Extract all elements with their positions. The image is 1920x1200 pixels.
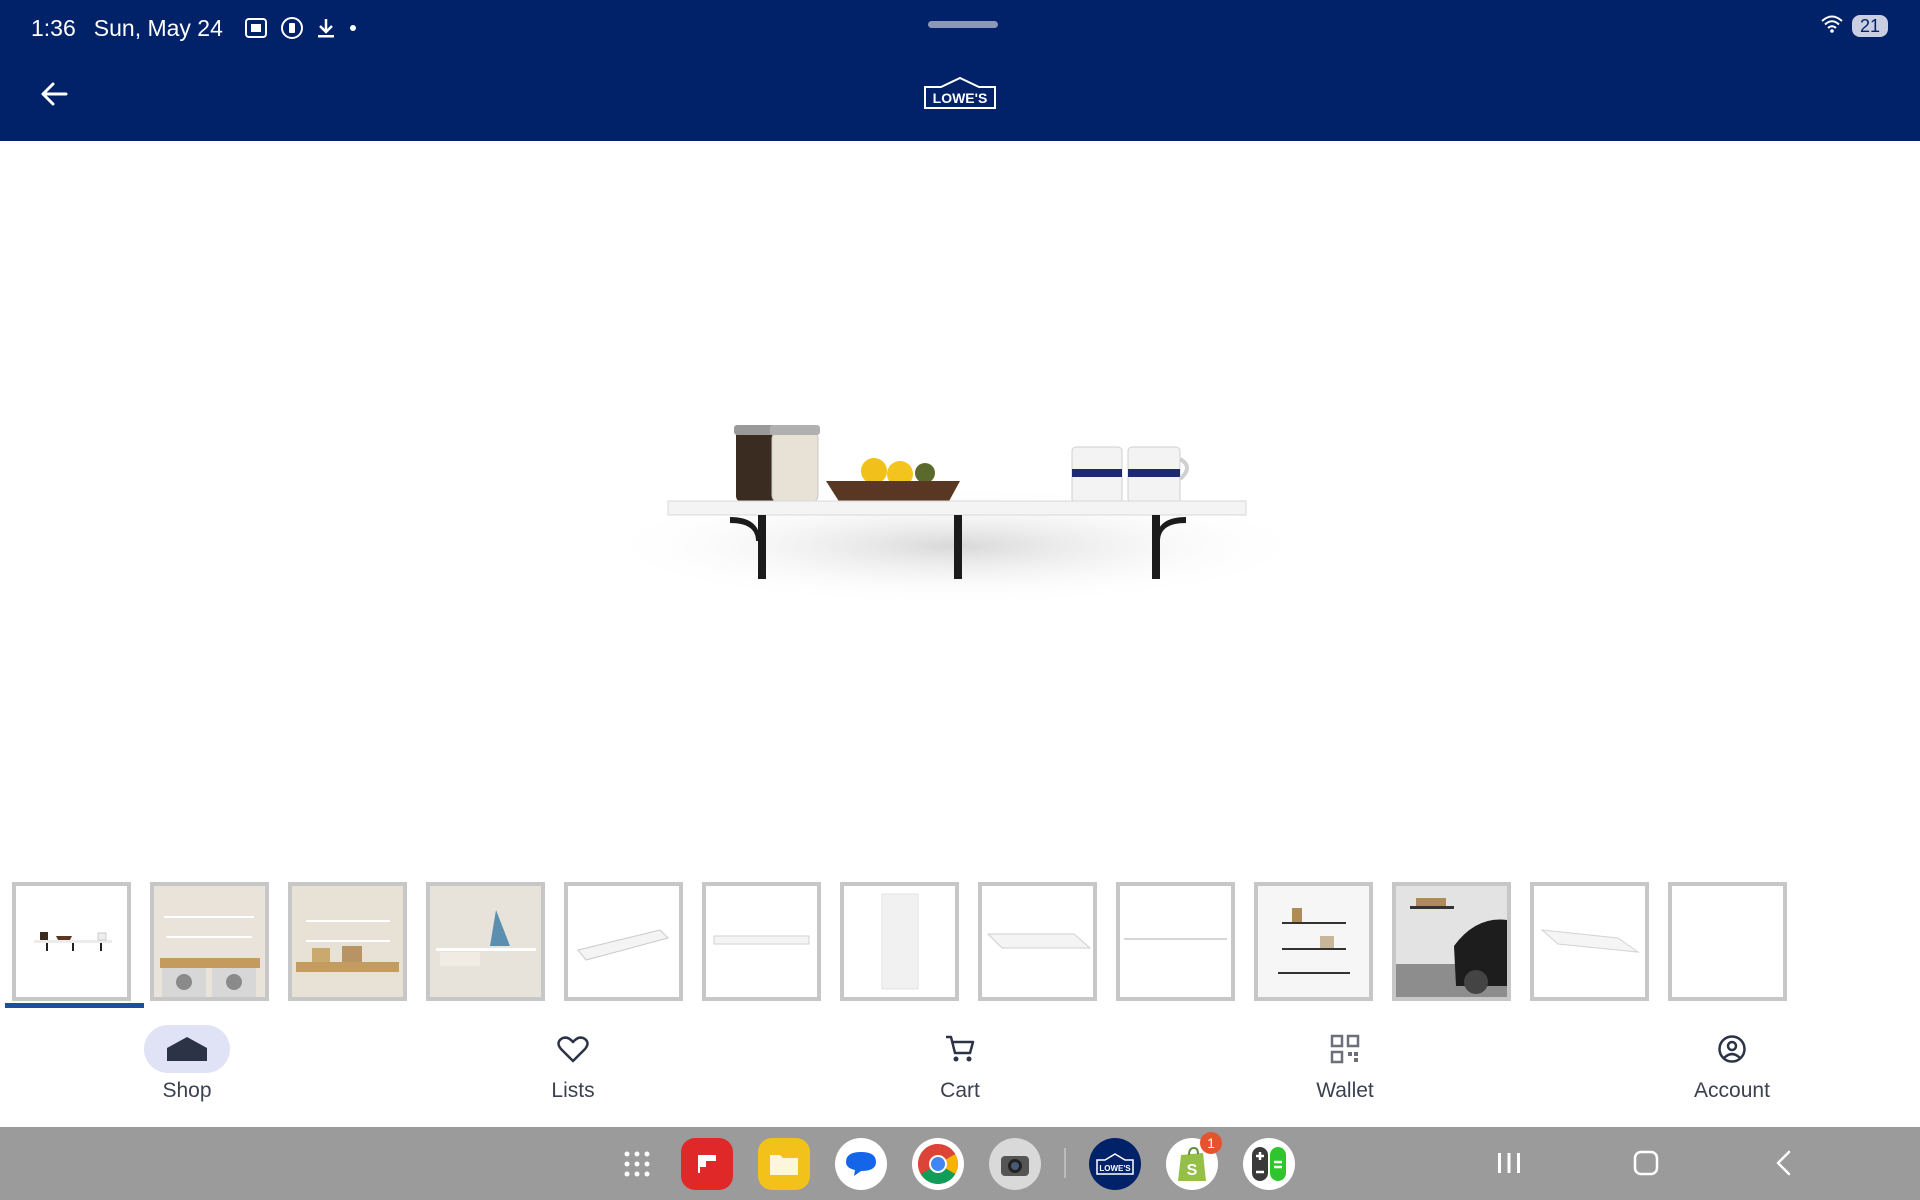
cart-icon	[946, 1035, 975, 1062]
thumbnail-10[interactable]	[1254, 882, 1373, 1001]
home-button[interactable]	[1626, 1143, 1666, 1183]
camera-app[interactable]	[989, 1138, 1041, 1190]
calculator-icon	[1252, 1147, 1286, 1181]
account-icon	[1718, 1035, 1746, 1063]
flipboard-icon	[698, 1155, 716, 1173]
jar-coffee	[734, 425, 778, 502]
app-header: 1:36 Sun, May 24 21 LOWE'S	[0, 0, 1920, 141]
shopify-badge: 1	[1200, 1132, 1222, 1154]
apps-grid-button[interactable]	[611, 1138, 663, 1190]
record-icon	[279, 15, 305, 41]
thumbnail-11[interactable]	[1392, 882, 1511, 1001]
flipboard-app[interactable]	[681, 1138, 733, 1190]
thumbnail-1[interactable]	[12, 882, 131, 1001]
camera-icon	[1001, 1156, 1029, 1176]
wifi-icon	[1820, 14, 1844, 39]
nav-wallet-pill	[1302, 1025, 1388, 1073]
thumbnail-7[interactable]	[840, 882, 959, 1001]
logo-text: LOWE'S	[933, 90, 988, 106]
recents-icon	[1498, 1153, 1520, 1173]
notification-dot-icon	[347, 22, 359, 34]
status-date: Sun, May 24	[93, 14, 223, 41]
thumbnail-12[interactable]	[1530, 882, 1649, 1001]
chrome-icon	[918, 1144, 958, 1184]
chrome-app[interactable]	[912, 1138, 964, 1190]
svg-text:S: S	[1187, 1162, 1198, 1179]
thumbnail-4[interactable]	[426, 882, 545, 1001]
nav-lists-pill	[530, 1025, 616, 1073]
chevron-left-icon	[1776, 1150, 1791, 1176]
nav-label-shop: Shop	[162, 1079, 212, 1102]
lowes-app-icon: LOWE'S	[1096, 1153, 1134, 1175]
lowes-app-label: LOWE'S	[1099, 1164, 1131, 1173]
thumbnail-5[interactable]	[564, 882, 683, 1001]
nav-cart-pill	[917, 1025, 1003, 1073]
shelf-board	[667, 500, 1247, 516]
thumbnail-2[interactable]	[150, 882, 269, 1001]
download-icon	[315, 16, 337, 40]
mug-2	[1127, 446, 1189, 504]
thumbnail-selected-indicator	[5, 1003, 144, 1008]
apps-grid-icon	[624, 1151, 650, 1177]
status-bar: 1:36 Sun, May 24	[31, 13, 369, 43]
mug-1	[1071, 446, 1123, 504]
nav-label-cart: Cart	[940, 1079, 980, 1102]
thumbnail-strip	[12, 882, 1787, 1006]
nav-account-pill	[1689, 1025, 1775, 1073]
nav-cart[interactable]: Cart	[880, 1025, 1040, 1120]
thumbnail-3[interactable]	[288, 882, 407, 1001]
lowes-logo[interactable]: LOWE'S	[923, 76, 997, 110]
nav-account[interactable]: Account	[1652, 1025, 1812, 1120]
app-root: 1:36 Sun, May 24 21 LOWE'S Shop Lists Ca…	[0, 0, 1920, 1200]
drag-handle[interactable]	[928, 21, 998, 28]
recents-button[interactable]	[1489, 1143, 1529, 1183]
folder-icon	[770, 1155, 798, 1175]
product-image[interactable]	[0, 141, 1920, 871]
taskbar-divider	[1064, 1148, 1066, 1178]
battery-level: 21	[1852, 15, 1888, 37]
nav-shop-pill	[144, 1025, 230, 1073]
status-time: 1:36	[31, 14, 76, 41]
nav-label-lists: Lists	[551, 1079, 595, 1102]
bottom-nav: Shop Lists Cart Wallet Account	[0, 1015, 1920, 1127]
thumbnail-13[interactable]	[1668, 882, 1787, 1001]
lowes-app[interactable]: LOWE'S	[1089, 1138, 1141, 1190]
nav-shop[interactable]: Shop	[107, 1025, 267, 1120]
thumbnail-9[interactable]	[1116, 882, 1235, 1001]
arrow-left-icon	[41, 82, 68, 106]
nav-label-wallet: Wallet	[1316, 1079, 1374, 1102]
my-files-app[interactable]	[758, 1138, 810, 1190]
jar-beans	[770, 425, 820, 504]
nav-wallet[interactable]: Wallet	[1265, 1025, 1425, 1120]
qr-code-icon	[1330, 1034, 1360, 1064]
heart-icon	[557, 1036, 589, 1063]
fruit-bowl	[826, 458, 960, 503]
screenshot-icon	[243, 16, 269, 40]
thumbnail-8[interactable]	[978, 882, 1097, 1001]
shopify-app[interactable]: S 1	[1166, 1132, 1222, 1190]
home-square-icon	[1633, 1150, 1659, 1176]
status-right: 21	[1820, 13, 1888, 39]
nav-lists[interactable]: Lists	[493, 1025, 653, 1120]
calculator-app[interactable]	[1243, 1138, 1295, 1190]
messages-app[interactable]	[835, 1138, 887, 1190]
back-button[interactable]	[34, 76, 74, 112]
home-icon	[167, 1037, 207, 1061]
nav-label-account: Account	[1694, 1079, 1770, 1102]
thumbnail-6[interactable]	[702, 882, 821, 1001]
system-back-button[interactable]	[1764, 1143, 1804, 1183]
chat-icon	[846, 1152, 876, 1176]
